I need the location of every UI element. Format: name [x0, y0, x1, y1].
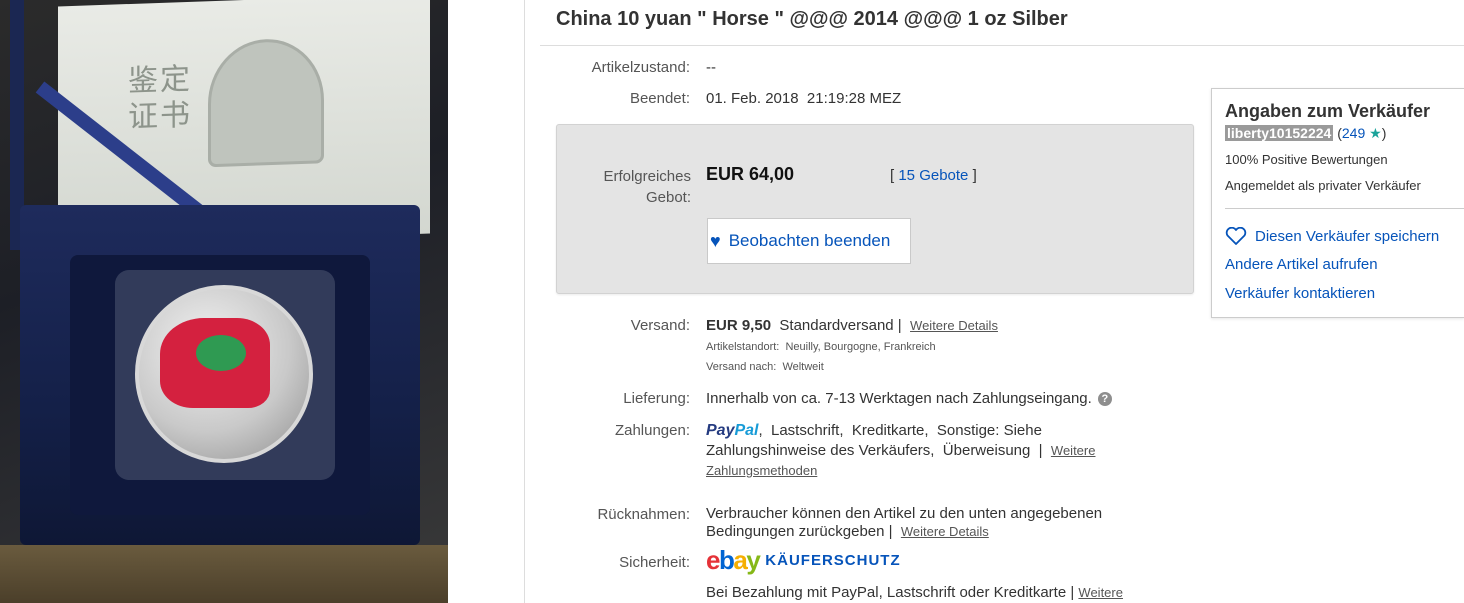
save-seller-link[interactable]: Diesen Verkäufer speichern [1225, 227, 1439, 245]
horse-saddle-motif [196, 335, 246, 371]
more-payment-methods-link-part2[interactable]: Zahlungsmethoden [706, 463, 817, 478]
ebay-logo-y: y [746, 545, 760, 575]
shipping-price: EUR 9,50 [706, 317, 772, 334]
paypal-logo-part2: Pal [734, 422, 759, 439]
winning-bid-label-line1: Erfolgreiches [603, 168, 691, 185]
item-location: Artikelstandort: Neuilly, Bourgogne, Fra… [706, 341, 936, 353]
contact-seller-link[interactable]: Verkäufer kontaktieren [1225, 285, 1375, 302]
ships-to: Versand nach: Weltweit [706, 361, 824, 373]
security-more-link[interactable]: Weitere [1078, 585, 1123, 600]
seller-heading: Angaben zum Verkäufer [1225, 101, 1431, 121]
product-photo[interactable]: 鉴定 证书 [0, 0, 448, 603]
heart-outline-icon [1225, 227, 1247, 245]
listing-title: China 10 yuan " Horse " @@@ 2014 @@@ 1 o… [556, 8, 1068, 30]
shipping-line: EUR 9,50 Standardversand | Weitere Detai… [706, 317, 998, 334]
positive-feedback: 100% Positive Bewertungen [1225, 152, 1388, 167]
returns-line2: Bedingungen zurückgeben | [706, 523, 893, 540]
seller-account-type: Angemeldet als privater Verkäufer [1225, 178, 1421, 193]
winning-bid-label-line2: Gebot: [645, 189, 691, 206]
stop-watching-label: Beobachten beenden [728, 231, 891, 250]
stop-watching-button[interactable]: ♥ Beobachten beenden [707, 218, 911, 264]
other-items-link[interactable]: Andere Artikel aufrufen [1225, 256, 1378, 273]
feedback-close: ) [1381, 125, 1387, 141]
seller-divider [1225, 208, 1464, 209]
payments-label: Zahlungen: [614, 422, 690, 439]
condition-label: Artikelzustand: [591, 59, 690, 76]
paypal-logo: PayPal [706, 422, 758, 439]
paypal-logo-part1: Pay [706, 422, 735, 439]
title-divider [540, 45, 1464, 46]
delivery-value: Innerhalb von ca. 7-13 Werktagen nach Za… [706, 390, 1092, 407]
table-surface [0, 545, 448, 603]
security-note: Bei Bezahlung mit PayPal, Lastschrift od… [706, 584, 1075, 601]
ebay-logo-e: e [706, 545, 720, 575]
seller-info-panel: Angaben zum Verkäufer liberty10152224 (2… [1211, 88, 1464, 318]
help-icon[interactable]: ? [1097, 392, 1112, 407]
delivery-label: Lieferung: [623, 390, 690, 407]
bid-panel: Erfolgreiches Gebot: EUR 64,00 [ 15 Gebo… [556, 124, 1194, 294]
returns-details-link[interactable]: Weitere Details [901, 524, 989, 539]
winning-bid-price: EUR 64,00 [706, 164, 795, 184]
heart-icon: ♥ [710, 230, 721, 251]
shipping-label: Versand: [630, 317, 690, 334]
buyer-protection-badge[interactable]: ebay KÄUFERSCHUTZ [706, 545, 901, 576]
payments-block: PayPal, Lastschrift, Kreditkarte, Sonsti… [706, 421, 1136, 481]
security-note-line: Bei Bezahlung mit PayPal, Lastschrift od… [706, 584, 1123, 601]
seller-username-link[interactable]: liberty10152224 [1225, 125, 1334, 141]
feedback-score-link[interactable]: 249 [1342, 125, 1365, 141]
returns-line1: Verbraucher können den Artikel zu den un… [706, 505, 1103, 522]
bid-history-link[interactable]: 15 Gebote [898, 167, 968, 184]
ebay-logo-a: a [733, 545, 747, 575]
payments-methods-line1: , Lastschrift, Kreditkarte, Sonstige: Si… [758, 422, 1042, 439]
seller-identity: liberty10152224 (249 ★) [1225, 125, 1386, 142]
security-label: Sicherheit: [619, 554, 690, 571]
ended-label: Beendet: [629, 90, 690, 107]
ebay-logo-b: b [718, 545, 735, 575]
shipping-service: Standardversand | [779, 317, 902, 334]
returns-label: Rücknahmen: [597, 506, 690, 523]
star-icon: ★ [1369, 125, 1382, 141]
delivery-line: Innerhalb von ca. 7-13 Werktagen nach Za… [706, 390, 1112, 407]
more-payment-methods-link-part1[interactable]: Weitere [1051, 443, 1096, 458]
payments-methods-line2: Zahlungshinweise des Verkäufers, Überwei… [706, 442, 1043, 459]
save-seller-label: Diesen Verkäufer speichern [1255, 227, 1440, 245]
ended-value: 01. Feb. 2018 21:19:28 MEZ [706, 90, 902, 107]
product-image-frame[interactable]: 鉴定 证书 [0, 0, 525, 603]
buyer-protection-label: KÄUFERSCHUTZ [765, 552, 901, 569]
bid-count: [ 15 Gebote ] [890, 167, 977, 184]
condition-value: -- [706, 59, 716, 76]
bid-count-close: ] [968, 167, 977, 184]
winning-bid-label: Erfolgreiches Gebot: [541, 166, 691, 208]
returns-block: Verbraucher können den Artikel zu den un… [706, 505, 1146, 541]
shipping-details-link[interactable]: Weitere Details [910, 318, 998, 333]
ebay-logo: ebay [706, 545, 761, 576]
feedback-open: ( [1333, 125, 1342, 141]
